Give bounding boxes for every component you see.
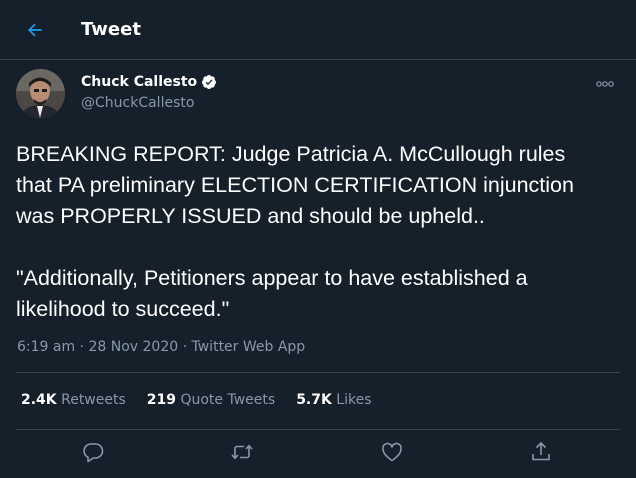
tweet-source[interactable]: Twitter Web App bbox=[192, 339, 306, 355]
retweets-count: 2.4K bbox=[21, 392, 57, 408]
meta-separator: · bbox=[79, 339, 85, 355]
retweet-icon bbox=[231, 444, 253, 460]
divider bbox=[16, 372, 620, 373]
tweet-line: BREAKING REPORT: Judge Patricia A. McCul… bbox=[16, 142, 566, 166]
avatar[interactable] bbox=[16, 69, 65, 118]
more-button[interactable] bbox=[594, 76, 618, 90]
tweet-line: was PROPERLY ISSUED and should be upheld… bbox=[16, 204, 485, 228]
retweets-label: Retweets bbox=[61, 392, 126, 408]
retweet-button[interactable] bbox=[230, 440, 254, 464]
back-button[interactable] bbox=[19, 14, 51, 46]
reply-icon bbox=[83, 443, 104, 463]
share-icon bbox=[532, 441, 550, 461]
action-bar bbox=[0, 430, 636, 474]
quote-tweets-count: 219 bbox=[146, 392, 177, 408]
tweet-line: "Additionally, Petitioners appear to hav… bbox=[16, 266, 528, 290]
share-button[interactable] bbox=[529, 440, 553, 464]
quote-tweets-stat[interactable]: 219 Quote Tweets bbox=[147, 390, 275, 410]
likes-label: Likes bbox=[336, 392, 372, 408]
header-bar: Tweet bbox=[0, 0, 636, 60]
arrow-left-icon bbox=[28, 23, 42, 37]
retweets-stat[interactable]: 2.4K Retweets bbox=[21, 390, 126, 410]
likes-count: 5.7K bbox=[296, 392, 332, 408]
tweet-date[interactable]: 28 Nov 2020 bbox=[88, 339, 178, 355]
quote-tweets-label: Quote Tweets bbox=[180, 392, 276, 408]
like-button[interactable] bbox=[380, 440, 404, 464]
reply-button[interactable] bbox=[81, 440, 105, 464]
tweet-stats: 2.4K Retweets 219 Quote Tweets 5.7K Like… bbox=[21, 390, 393, 410]
verified-badge-icon bbox=[202, 75, 217, 89]
more-dots-icon bbox=[596, 81, 614, 87]
tweet-line: that PA preliminary ELECTION CERTIFICATI… bbox=[16, 173, 574, 197]
tweet-line: likelihood to succeed." bbox=[16, 297, 230, 321]
tweet-meta: 6:19 am · 28 Nov 2020 · Twitter Web App bbox=[17, 337, 305, 357]
author-handle[interactable]: @ChuckCallesto bbox=[81, 94, 194, 112]
page-title: Tweet bbox=[81, 19, 141, 40]
avatar-image bbox=[16, 69, 65, 118]
author-name[interactable]: Chuck Callesto bbox=[81, 73, 217, 91]
meta-separator: · bbox=[182, 339, 188, 355]
tweet-time[interactable]: 6:19 am bbox=[17, 339, 75, 355]
author-name-text: Chuck Callesto bbox=[81, 74, 198, 90]
likes-stat[interactable]: 5.7K Likes bbox=[296, 390, 371, 410]
heart-icon bbox=[382, 442, 402, 462]
tweet-text: BREAKING REPORT: Judge Patricia A. McCul… bbox=[16, 139, 628, 325]
